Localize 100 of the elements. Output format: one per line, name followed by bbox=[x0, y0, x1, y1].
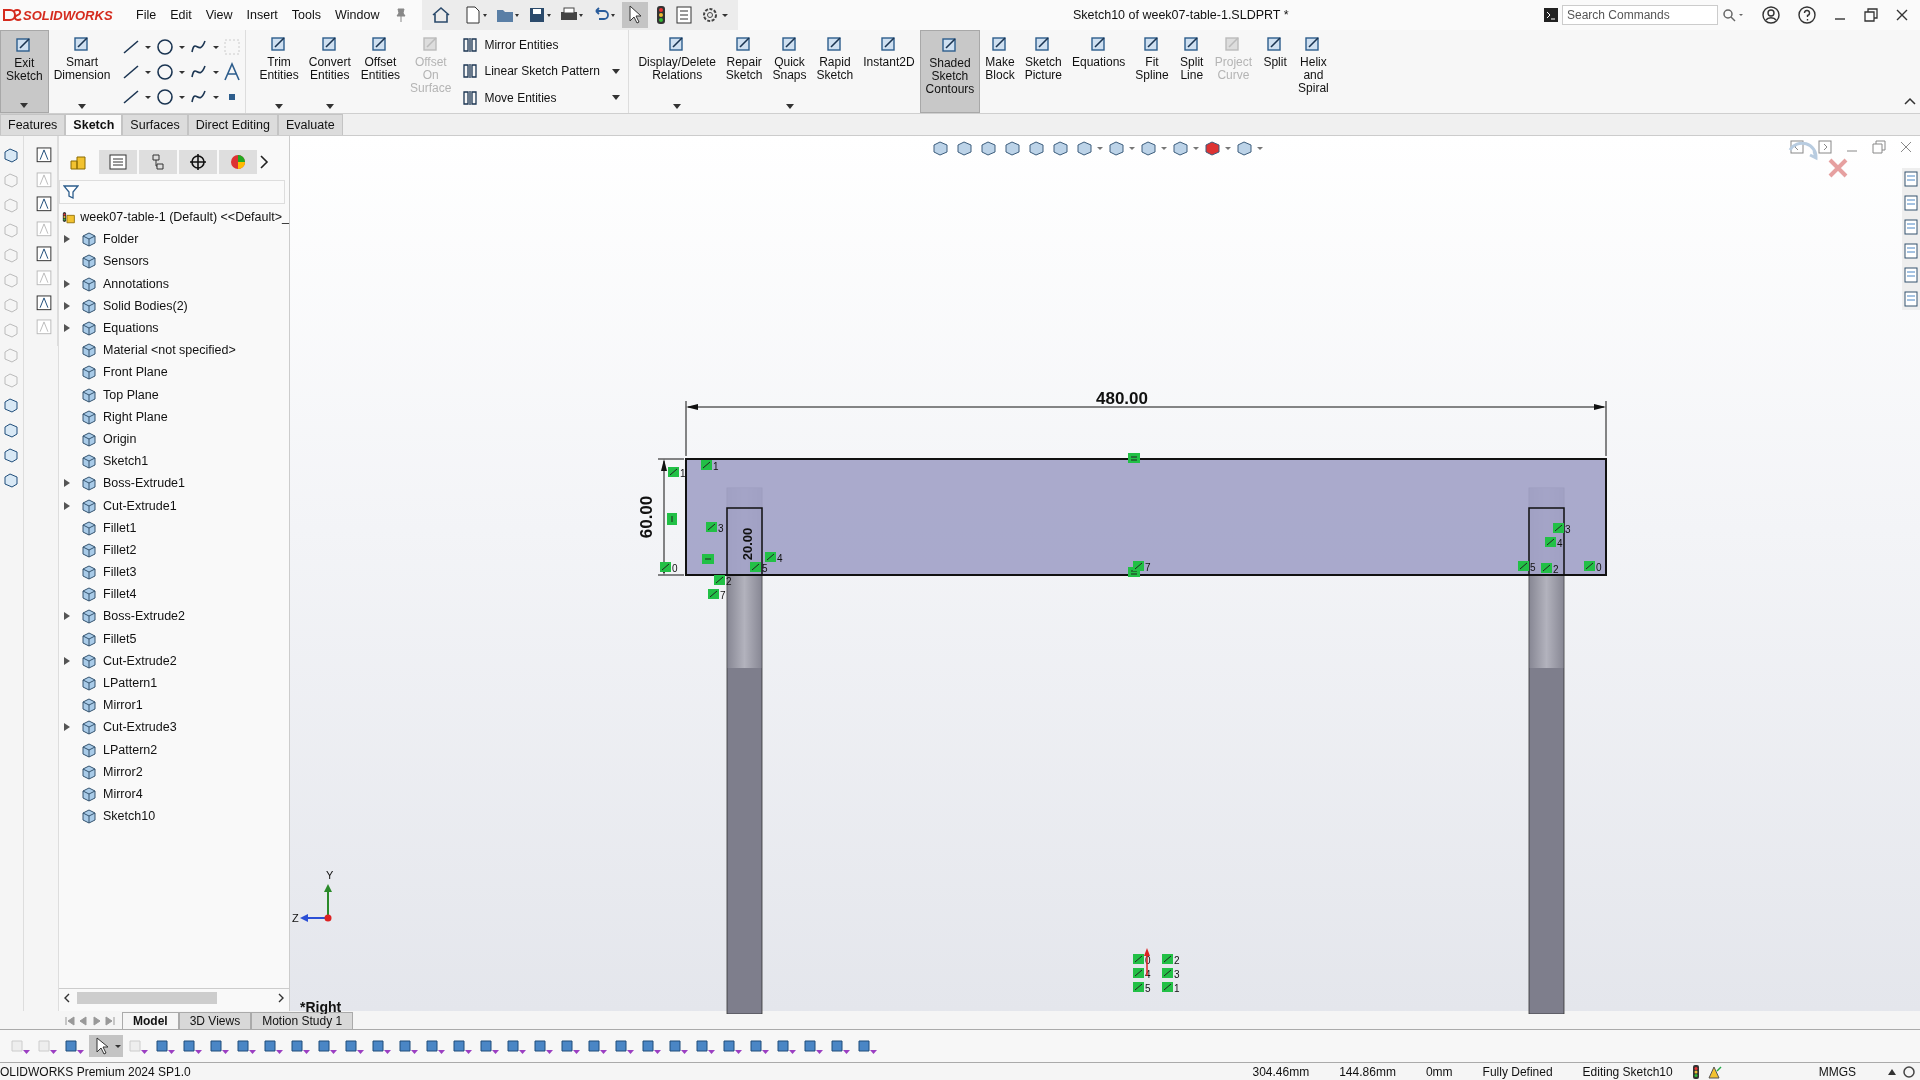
select-pointer-icon[interactable] bbox=[621, 2, 648, 28]
ribbon-button[interactable]: Shaded Sketch Contours bbox=[919, 30, 981, 113]
tree-item[interactable]: Fillet5 bbox=[59, 627, 289, 650]
tree-item[interactable]: Fillet1 bbox=[59, 516, 289, 539]
tree-item[interactable]: Front Plane bbox=[59, 361, 289, 384]
ribbon-button[interactable]: Linear Sketch Pattern bbox=[460, 62, 602, 81]
tree-item[interactable]: Mirror1 bbox=[59, 694, 289, 717]
scroll-right-icon[interactable] bbox=[277, 993, 285, 1003]
list-icon[interactable] bbox=[673, 5, 694, 25]
chevron-right-icon[interactable] bbox=[259, 155, 269, 169]
command-tab[interactable]: Features bbox=[0, 114, 66, 135]
expand-arrow-icon[interactable] bbox=[64, 479, 70, 488]
dimxpert-tab[interactable] bbox=[179, 150, 217, 174]
expand-arrow-icon[interactable] bbox=[64, 324, 70, 333]
confirm-check-icon[interactable] bbox=[1788, 141, 1818, 160]
tree-item[interactable]: Top Plane bbox=[59, 383, 289, 406]
caret-icon[interactable] bbox=[785, 104, 794, 109]
command-tab[interactable]: Evaluate bbox=[278, 114, 343, 135]
ribbon-button[interactable]: Exit Sketch bbox=[0, 30, 49, 113]
menu-item[interactable]: View bbox=[205, 8, 233, 22]
tree-item[interactable]: Mirror2 bbox=[59, 760, 289, 783]
filter-field[interactable] bbox=[59, 180, 285, 204]
annotation-tool-icon[interactable] bbox=[34, 293, 53, 312]
dimension-value[interactable]: 20.00 bbox=[740, 527, 755, 561]
expand-arrow-icon[interactable] bbox=[64, 612, 70, 621]
ribbon-button[interactable]: Trim Entities bbox=[254, 30, 304, 113]
view-tool-icon[interactable] bbox=[2, 396, 21, 414]
settings-icon[interactable] bbox=[1902, 1064, 1916, 1079]
ribbon-button[interactable]: Move Entities bbox=[460, 88, 559, 107]
ribbon-button[interactable]: Repair Sketch bbox=[720, 30, 768, 113]
tree-item[interactable]: Sketch1 bbox=[59, 450, 289, 473]
ribbon-button[interactable]: Helix and Spiral bbox=[1293, 30, 1334, 113]
tree-item[interactable]: Right Plane bbox=[59, 405, 289, 428]
task-pane-icon[interactable] bbox=[1903, 194, 1919, 212]
caret-icon[interactable] bbox=[325, 104, 334, 109]
annotation-tool-icon[interactable] bbox=[34, 146, 53, 164]
annotation-tool-icon[interactable] bbox=[34, 244, 53, 263]
traffic-light-icon[interactable] bbox=[1690, 1064, 1701, 1079]
tree-item[interactable]: Annotations bbox=[59, 272, 289, 295]
command-tab[interactable]: Direct Editing bbox=[187, 114, 279, 135]
tree-item[interactable]: Fillet4 bbox=[59, 583, 289, 606]
ribbon-button[interactable]: Quick Snaps bbox=[767, 30, 812, 113]
scroll-left-icon[interactable] bbox=[63, 993, 71, 1003]
caret-icon[interactable] bbox=[673, 104, 682, 109]
tree-item[interactable]: Mirror4 bbox=[59, 782, 289, 806]
view-tool-icon[interactable] bbox=[2, 146, 21, 164]
view-tool-icon[interactable] bbox=[2, 421, 21, 439]
ribbon-button[interactable]: Rapid Sketch bbox=[811, 30, 859, 113]
caret-icon[interactable] bbox=[612, 69, 621, 74]
select-pointer-icon[interactable] bbox=[89, 1035, 123, 1057]
relation-icon[interactable] bbox=[667, 513, 677, 525]
search-icon[interactable] bbox=[1722, 8, 1744, 22]
ribbon-button[interactable]: Instant2D bbox=[858, 30, 920, 113]
command-tab[interactable]: Surfaces bbox=[122, 114, 188, 135]
caret-up-icon[interactable] bbox=[1888, 1068, 1896, 1075]
expand-arrow-icon[interactable] bbox=[64, 723, 70, 732]
tree-item[interactable]: Boss-Extrude2 bbox=[59, 605, 289, 628]
caret-icon[interactable] bbox=[20, 103, 29, 108]
task-pane-icon[interactable] bbox=[1903, 290, 1919, 308]
tree-item[interactable]: Fillet2 bbox=[59, 538, 289, 561]
scrollbar-thumb[interactable] bbox=[77, 992, 217, 1004]
tree-item[interactable]: Cut-Extrude2 bbox=[59, 649, 289, 672]
expand-arrow-icon[interactable] bbox=[64, 501, 70, 510]
caret-icon[interactable] bbox=[612, 95, 621, 101]
collapse-ribbon-icon[interactable] bbox=[1904, 97, 1916, 105]
pin-icon[interactable] bbox=[393, 8, 408, 22]
text-icon[interactable] bbox=[223, 61, 242, 82]
caret-icon[interactable] bbox=[275, 104, 284, 109]
menu-item[interactable]: Window bbox=[335, 8, 380, 22]
expand-arrow-icon[interactable] bbox=[64, 656, 70, 665]
tree-item[interactable]: Fillet3 bbox=[59, 561, 289, 584]
ribbon-button[interactable]: Make Block bbox=[980, 30, 1020, 113]
relation-icon[interactable] bbox=[1128, 453, 1140, 463]
tree-item[interactable]: Material <not specified> bbox=[59, 339, 289, 362]
task-pane-icon[interactable] bbox=[1903, 218, 1919, 236]
menu-item[interactable]: Insert bbox=[246, 8, 278, 22]
ribbon-button[interactable]: Offset Entities bbox=[355, 30, 406, 113]
tree-item[interactable]: Sketch10 bbox=[59, 805, 289, 828]
tree-item[interactable]: week07-table-1 (Default) <<Default>_ bbox=[59, 206, 289, 229]
tree-item[interactable]: Origin bbox=[59, 427, 289, 451]
tree-item[interactable]: Sensors bbox=[59, 250, 289, 273]
ribbon-button[interactable]: Display/Delete Relations bbox=[633, 30, 721, 113]
task-pane-icon[interactable] bbox=[1903, 242, 1919, 260]
restore-icon[interactable] bbox=[1864, 8, 1878, 22]
account-icon[interactable] bbox=[1762, 6, 1780, 24]
task-pane-icon[interactable] bbox=[1903, 266, 1919, 284]
menu-item[interactable]: Edit bbox=[170, 8, 192, 22]
tab-scroll-arrows-icon[interactable] bbox=[62, 1014, 118, 1027]
ribbon-button[interactable]: Split Line bbox=[1173, 30, 1210, 113]
search-field[interactable]: Search Commands bbox=[1562, 5, 1718, 25]
tile-right-icon[interactable] bbox=[1818, 140, 1832, 154]
task-pane-icon[interactable] bbox=[1903, 170, 1919, 188]
tile-left-icon[interactable] bbox=[1790, 140, 1804, 154]
tree-item[interactable]: Equations bbox=[59, 316, 289, 340]
tree-item[interactable]: LPattern2 bbox=[59, 738, 289, 761]
tree-item[interactable]: Cut-Extrude1 bbox=[59, 494, 289, 517]
help-icon[interactable] bbox=[1798, 6, 1816, 24]
annotation-tool-icon[interactable] bbox=[34, 195, 53, 213]
property-manager-tab[interactable] bbox=[99, 150, 137, 174]
tree-item[interactable]: Cut-Extrude3 bbox=[59, 716, 289, 739]
